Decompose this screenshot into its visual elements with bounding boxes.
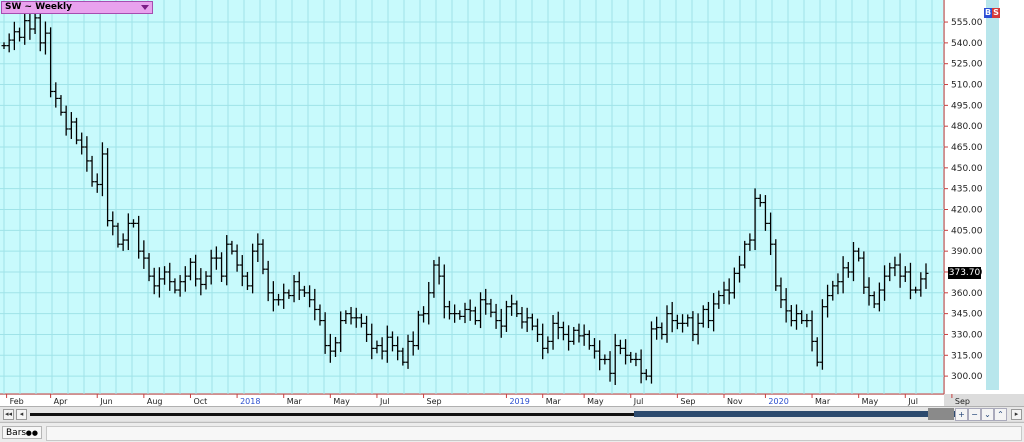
x-tick-label: Mar [546, 397, 562, 406]
x-tick-label: Aug [147, 397, 163, 406]
x-tick-label: Jul [633, 397, 644, 406]
x-tick-label: Nov [727, 397, 743, 406]
buy-icon[interactable]: B [984, 8, 992, 18]
x-tick-label: Jul [907, 397, 918, 406]
x-tick-label: Mar [815, 397, 831, 406]
y-tick-label: 555.00 [951, 18, 983, 28]
right-edge-strip [1000, 0, 1024, 394]
horizontal-scrollbar[interactable]: ◂◂ ◂ + − ⌄ ⌃ ▸ [0, 406, 1024, 421]
x-tick-label: Apr [54, 397, 69, 406]
x-axis-panel [0, 395, 944, 406]
y-tick-label: 405.00 [951, 226, 983, 236]
x-tick-label: 2020 [768, 397, 788, 406]
bars-tab[interactable]: Bars ●● [2, 426, 42, 439]
zoom-in-icon[interactable]: + [955, 408, 968, 421]
dropdown-arrow-icon[interactable] [141, 5, 149, 10]
x-tick-label: 2019 [509, 397, 529, 406]
x-tick-label: Oct [193, 397, 207, 406]
scroll-start-icon[interactable]: ◂◂ [3, 409, 14, 420]
symbol-selector[interactable]: SW ~ Weekly [1, 1, 153, 14]
y-tick-label: 465.00 [951, 143, 983, 153]
y-tick-label: 495.00 [951, 101, 983, 111]
scroll-down-icon[interactable]: ⌄ [981, 408, 994, 421]
x-tick-label: Feb [10, 397, 24, 406]
y-tick-label: 435.00 [951, 185, 983, 195]
y-tick-label: 525.00 [951, 60, 983, 70]
y-tick-label: 450.00 [951, 164, 983, 174]
bars-tab-label: Bars [6, 428, 27, 438]
price-chart: 555.00 540.00 525.00 510.00 495.00 480.00 465.… [0, 0, 1024, 406]
zoom-out-icon[interactable]: − [968, 408, 981, 421]
y-tick-label: 480.00 [951, 122, 983, 132]
y-tick-label: 345.00 [951, 310, 983, 320]
y-tick-label: 315.00 [951, 351, 983, 361]
x-tick-label: May [862, 397, 879, 406]
x-tick-label: Sep [427, 397, 442, 406]
x-tick-label: May [587, 397, 604, 406]
sell-icon[interactable]: S [992, 8, 1000, 18]
y-tick-label: 300.00 [951, 372, 983, 382]
x-tick-label: May [333, 397, 350, 406]
glasses-icon: ●● [25, 429, 38, 437]
scroll-end-panel [928, 408, 954, 420]
y-tick-label: 330.00 [951, 330, 983, 340]
y-tick-label: 360.00 [951, 289, 983, 299]
y-tick-label: 420.00 [951, 205, 983, 215]
last-price-badge: 373.70 [948, 267, 981, 279]
x-tick-label: Sep [955, 397, 970, 406]
chart-tabs-bar: Bars ●● [0, 422, 1024, 442]
expand-icon[interactable]: ⌃ [994, 408, 1007, 421]
y-tick-label: 540.00 [951, 39, 983, 49]
x-tick-label: Mar [287, 397, 303, 406]
x-tick-label: 2018 [240, 397, 260, 406]
right-scroll-column[interactable] [986, 0, 999, 390]
x-tick-label: Jul [379, 397, 390, 406]
x-tick-label: Jun [99, 397, 113, 406]
y-tick-label: 390.00 [951, 247, 983, 257]
scroll-left-icon[interactable]: ◂ [16, 409, 27, 420]
buy-sell-toggle[interactable]: B S [984, 8, 1000, 18]
status-field [46, 426, 1022, 441]
scroll-right-icon[interactable]: ▸ [1011, 409, 1022, 420]
x-tick-label: Sep [680, 397, 695, 406]
symbol-label: SW ~ Weekly [5, 2, 72, 12]
y-tick-label: 510.00 [951, 81, 983, 91]
